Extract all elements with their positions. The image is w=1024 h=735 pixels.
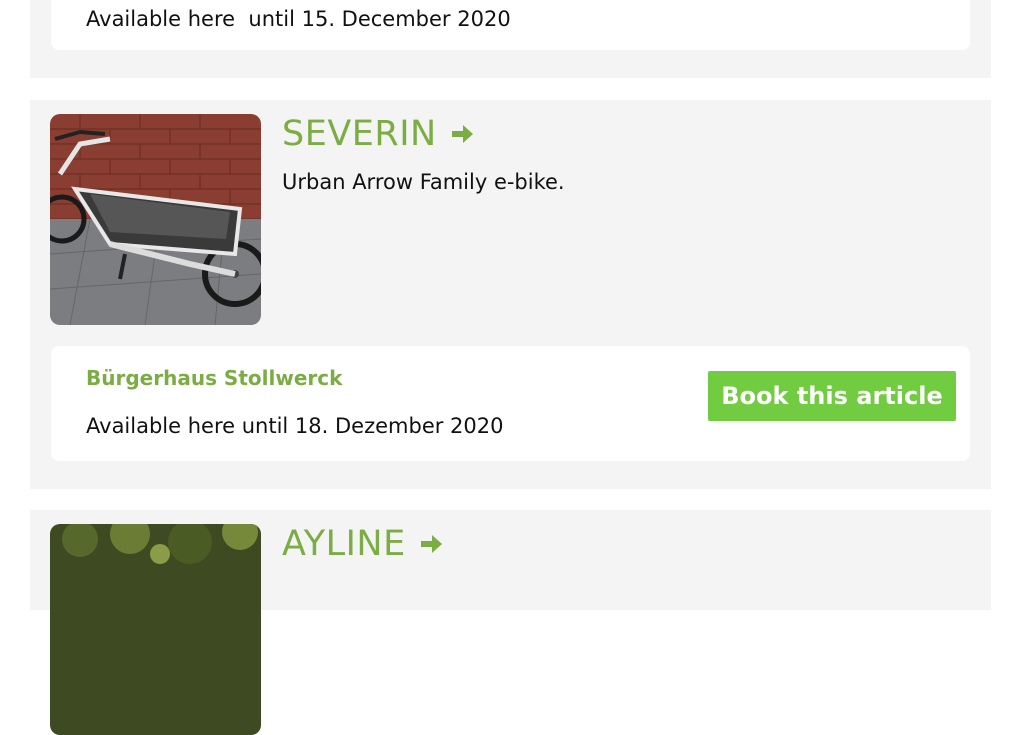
article-title: SEVERIN <box>282 114 437 154</box>
book-button[interactable]: Book this article <box>708 371 956 421</box>
availability-text: Available here until 15. December 2020 <box>86 7 511 31</box>
article-card: AYLINE <box>30 510 991 735</box>
article-title-link[interactable]: AYLINE <box>282 524 444 564</box>
arrow-right-icon <box>449 121 475 147</box>
book-button-label: Book this article <box>721 382 943 410</box>
article-card: Available here until 15. December 2020 <box>30 0 991 78</box>
location-panel: Bürgerhaus Stollwerck Available here unt… <box>51 346 970 461</box>
article-image[interactable] <box>50 114 261 325</box>
article-card: SEVERIN Urban Arrow Family e-bike. Bürge… <box>30 100 991 489</box>
article-image[interactable] <box>50 524 261 735</box>
location-name[interactable]: Bürgerhaus Stollwerck <box>86 366 342 390</box>
location-panel: Available here until 15. December 2020 <box>51 0 970 50</box>
arrow-right-icon <box>418 531 444 557</box>
availability-text: Available here until 18. Dezember 2020 <box>86 414 504 438</box>
article-title: AYLINE <box>282 524 406 564</box>
article-title-link[interactable]: SEVERIN <box>282 114 475 154</box>
article-description: Urban Arrow Family e-bike. <box>282 170 565 194</box>
